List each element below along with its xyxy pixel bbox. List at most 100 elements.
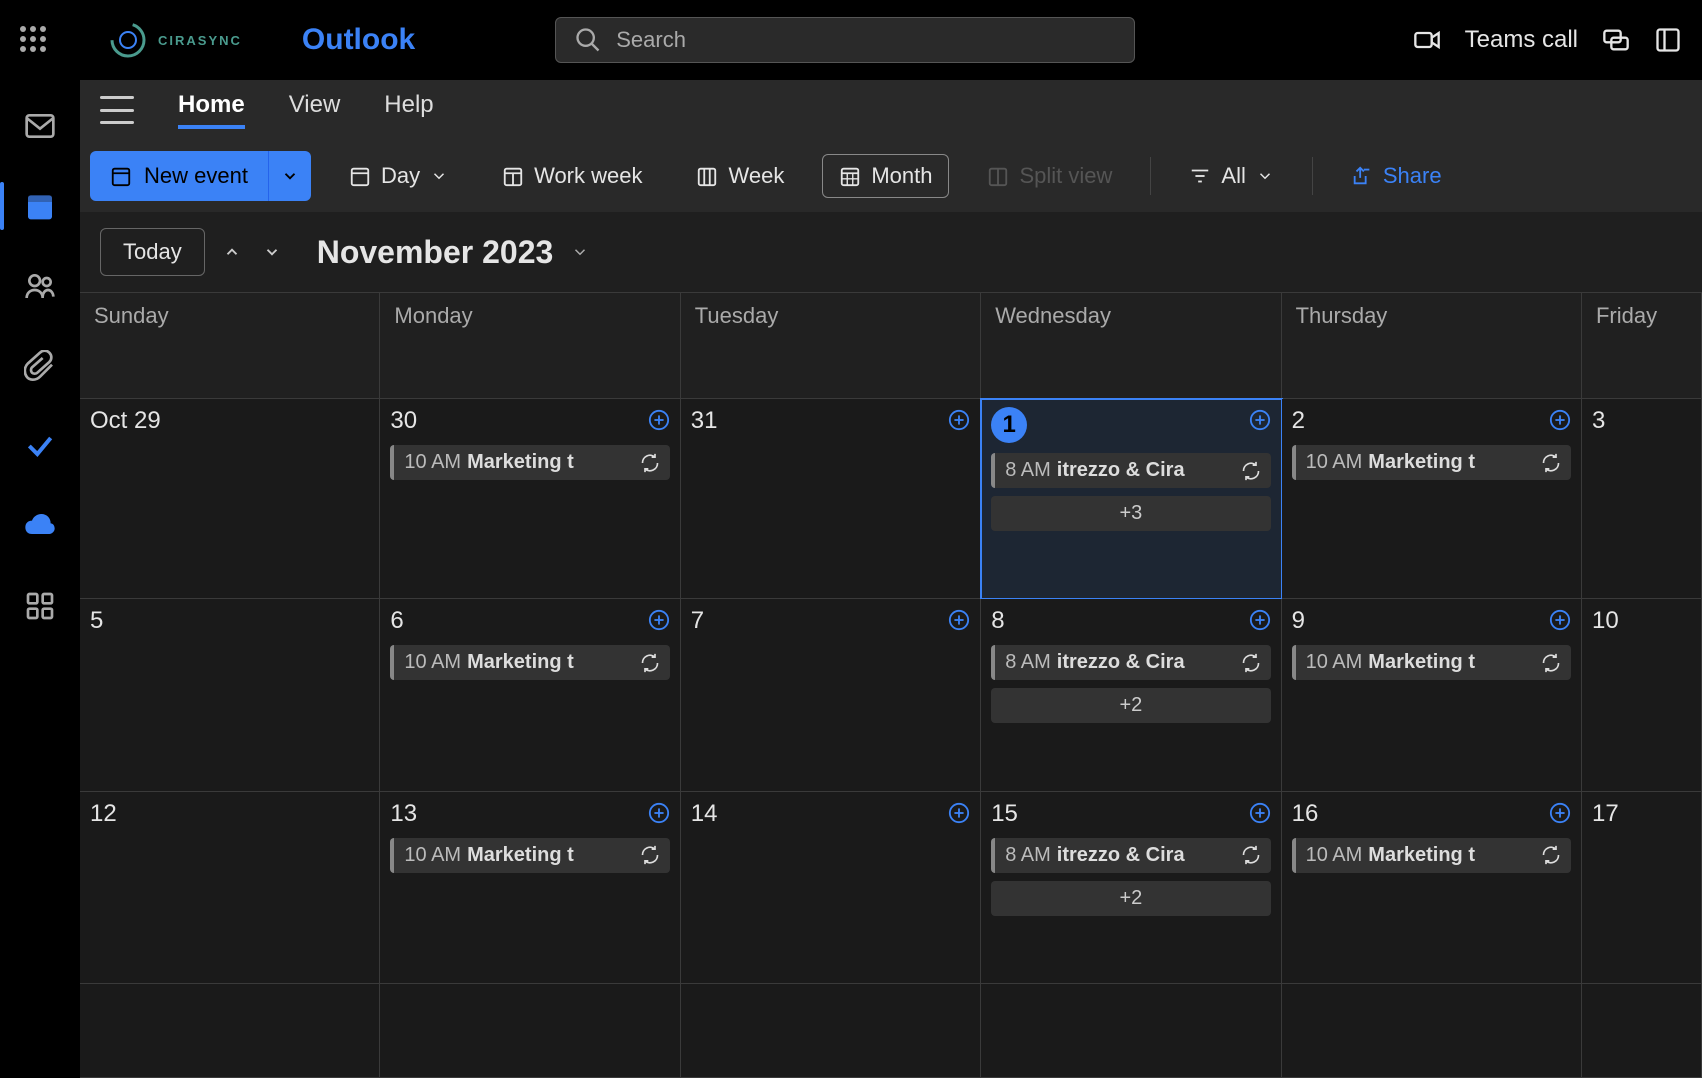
rail-people[interactable] [0, 270, 80, 302]
ribbon-tab-view[interactable]: View [289, 91, 341, 129]
add-event-icon[interactable] [948, 609, 970, 631]
day-cell[interactable]: 610 AM Marketing t [380, 599, 680, 791]
view-icon [502, 165, 524, 187]
checkmark-icon [24, 430, 56, 462]
more-events[interactable]: +2 [991, 881, 1270, 916]
day-number: 16 [1292, 800, 1319, 828]
main-area: Home View Help New event Day Work week Week M… [80, 80, 1702, 1078]
day-cell[interactable] [80, 984, 380, 1078]
calendar-event[interactable]: 10 AM Marketing t [1292, 445, 1571, 480]
recurring-icon [1541, 453, 1561, 473]
view-day[interactable]: Day [333, 155, 464, 197]
day-number: 31 [691, 407, 718, 435]
more-events[interactable]: +2 [991, 688, 1270, 723]
rail-todo[interactable] [0, 430, 80, 462]
day-cell[interactable]: 1310 AM Marketing t [380, 792, 680, 984]
hamburger-icon[interactable] [100, 96, 134, 124]
add-event-icon[interactable] [1249, 409, 1271, 431]
filter-button[interactable]: All [1173, 155, 1289, 197]
view-month[interactable]: Month [822, 154, 949, 198]
add-event-icon[interactable] [1549, 409, 1571, 431]
day-cell[interactable]: 18 AM itrezzo & Cira+3 [981, 399, 1281, 599]
ribbon-tab-home[interactable]: Home [178, 91, 245, 129]
day-header: Wednesday [981, 293, 1281, 399]
search-input[interactable]: Search [555, 17, 1135, 63]
month-title[interactable]: November 2023 [317, 234, 590, 271]
add-event-icon[interactable] [1249, 609, 1271, 631]
day-number: 17 [1592, 800, 1619, 828]
day-cell[interactable] [981, 984, 1281, 1078]
new-event-dropdown[interactable] [268, 151, 311, 201]
rail-apps[interactable] [0, 590, 80, 622]
day-cell[interactable]: 16 10 AM Marketing t [1282, 792, 1582, 984]
cirasync-logo-icon [108, 20, 148, 60]
calendar-event[interactable]: 10 AM Marketing t [1292, 645, 1571, 680]
day-cell[interactable]: 14 [681, 792, 981, 984]
prev-month-icon[interactable] [223, 243, 241, 261]
separator [1312, 157, 1313, 195]
day-cell[interactable]: 7 [681, 599, 981, 791]
day-number: 5 [90, 607, 103, 635]
calendar-event[interactable]: 8 AM itrezzo & Cira [991, 453, 1270, 488]
new-event-button[interactable]: New event [90, 151, 268, 201]
more-events[interactable]: +3 [991, 496, 1270, 531]
filter-label: All [1221, 163, 1245, 189]
day-cell[interactable]: Oct 29 [80, 399, 380, 599]
day-cell[interactable] [380, 984, 680, 1078]
day-cell[interactable]: 31 [681, 399, 981, 599]
calendar-event[interactable]: 10 AM Marketing t [390, 645, 669, 680]
day-cell[interactable]: 158 AM itrezzo & Cira+2 [981, 792, 1281, 984]
day-cell[interactable] [681, 984, 981, 1078]
calendar-event[interactable]: 10 AM Marketing t [390, 445, 669, 480]
day-cell[interactable]: 3 [1582, 399, 1702, 599]
day-cell[interactable]: 910 AM Marketing t [1282, 599, 1582, 791]
view-icon [839, 165, 861, 187]
add-event-icon[interactable] [648, 802, 670, 824]
add-event-icon[interactable] [648, 609, 670, 631]
add-event-icon[interactable] [948, 802, 970, 824]
recurring-icon [1241, 845, 1261, 865]
day-cell[interactable]: 12 [80, 792, 380, 984]
view-week[interactable]: Week [680, 155, 800, 197]
rail-mail[interactable] [0, 110, 80, 142]
rail-onedrive[interactable] [0, 510, 80, 542]
view-icon [696, 165, 718, 187]
day-number: 8 [991, 607, 1004, 635]
calendar-event[interactable]: 10 AM Marketing t [390, 838, 669, 873]
chat-icon[interactable] [1602, 26, 1630, 54]
share-button[interactable]: Share [1335, 155, 1458, 197]
calendar-event[interactable]: 10 AM Marketing t [1292, 838, 1571, 873]
teams-call-label[interactable]: Teams call [1465, 26, 1578, 54]
calendar-event[interactable]: 8 AM itrezzo & Cira [991, 838, 1270, 873]
day-cell[interactable]: 8 8 AM itrezzo & Cira +2 [981, 599, 1281, 791]
day-cell[interactable]: 17 [1582, 792, 1702, 984]
onenote-icon[interactable] [1654, 26, 1682, 54]
day-cell[interactable]: 5 [80, 599, 380, 791]
day-cell[interactable]: 10 [1582, 599, 1702, 791]
rail-files[interactable] [0, 350, 80, 382]
ribbon-tab-help[interactable]: Help [384, 91, 433, 129]
day-cell[interactable]: 210 AM Marketing t [1282, 399, 1582, 599]
calendar-event[interactable]: 8 AM itrezzo & Cira [991, 645, 1270, 680]
add-event-icon[interactable] [1549, 609, 1571, 631]
day-cell[interactable] [1282, 984, 1582, 1078]
calendar-icon [24, 190, 56, 222]
brand-text: CIRASYNC [158, 33, 242, 48]
view-work-week[interactable]: Work week [486, 155, 658, 197]
add-event-icon[interactable] [648, 409, 670, 431]
chevron-down-icon [571, 243, 589, 261]
new-event-splitbutton[interactable]: New event [90, 151, 311, 201]
video-icon[interactable] [1413, 26, 1441, 54]
app-launcher-icon[interactable] [20, 26, 48, 54]
add-event-icon[interactable] [1549, 802, 1571, 824]
today-button[interactable]: Today [100, 228, 205, 276]
day-number: 14 [691, 800, 718, 828]
rail-calendar[interactable] [0, 190, 80, 222]
date-bar: Today November 2023 [80, 212, 1702, 292]
recurring-icon [1541, 653, 1561, 673]
add-event-icon[interactable] [1249, 802, 1271, 824]
next-month-icon[interactable] [263, 243, 281, 261]
day-cell[interactable]: 3010 AM Marketing t [380, 399, 680, 599]
add-event-icon[interactable] [948, 409, 970, 431]
day-cell[interactable] [1582, 984, 1702, 1078]
